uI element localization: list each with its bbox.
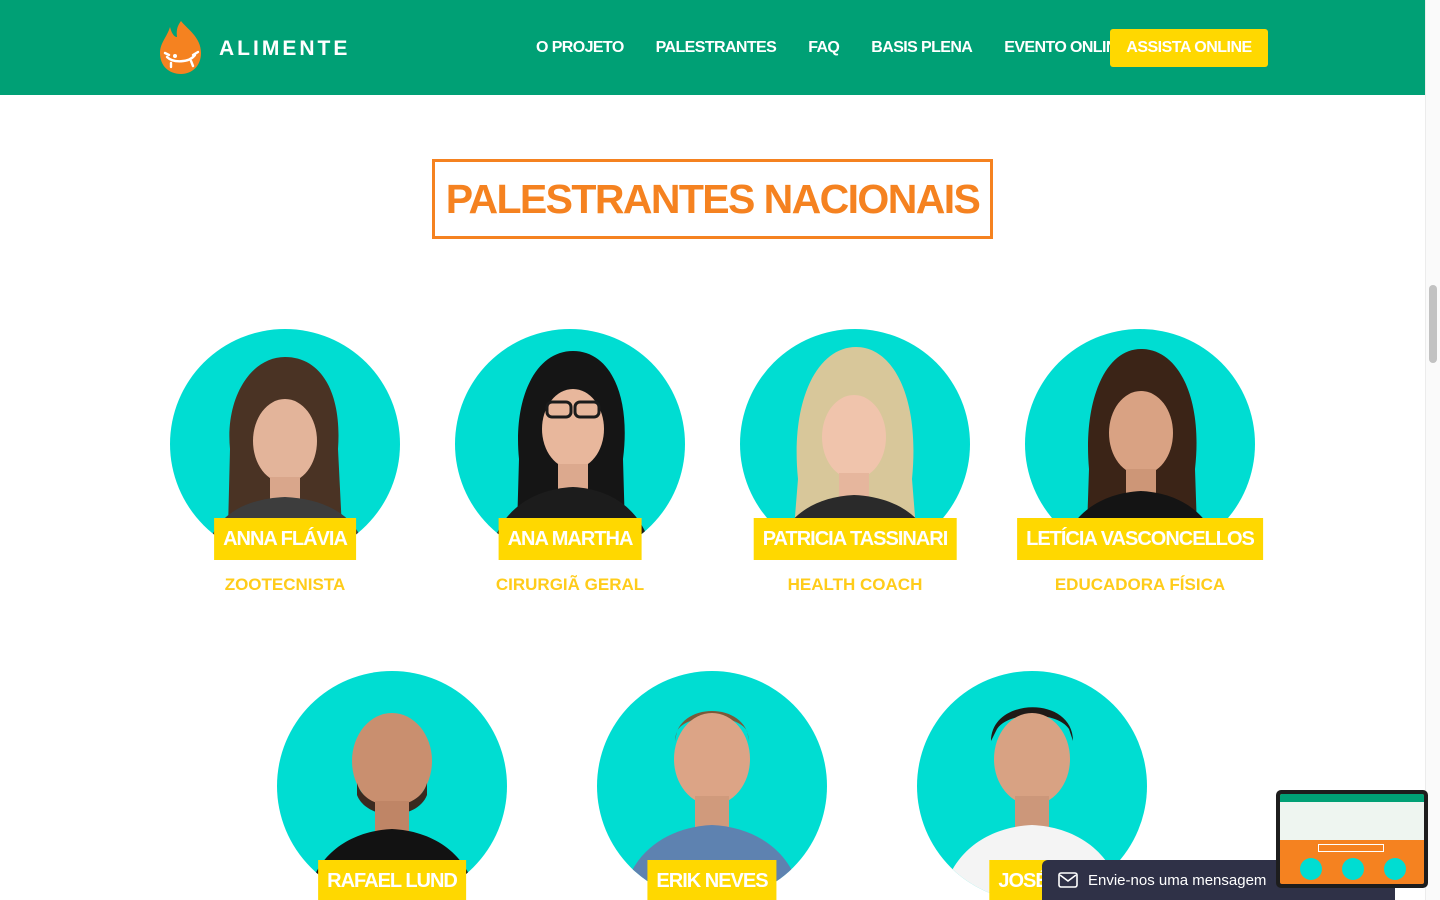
logo[interactable]: ALIMENTE <box>157 19 350 75</box>
nav-o-projeto[interactable]: O PROJETO <box>536 39 624 57</box>
envelope-icon <box>1058 872 1078 888</box>
speaker-role: CIRURGIÃ GERAL <box>495 575 645 594</box>
main-nav: O PROJETO PALESTRANTES FAQ BASIS PLENA E… <box>536 29 1159 67</box>
nav-palestrantes[interactable]: PALESTRANTES <box>656 39 777 57</box>
preview-image <box>1280 794 1424 884</box>
speaker-name: RAFAEL LUND <box>318 860 466 900</box>
speaker-name: LETÍCIA VASCONCELLOS <box>1017 518 1263 560</box>
chat-label: Envie-nos uma mensagem <box>1088 871 1267 889</box>
speaker-name: ERIK NEVES <box>647 860 777 900</box>
nav-faq[interactable]: FAQ <box>808 39 840 57</box>
site-header: ALIMENTE O PROJETO PALESTRANTES FAQ BASI… <box>0 0 1425 95</box>
flame-logo-icon <box>160 21 201 74</box>
speaker-role: ZOOTECNISTA <box>224 575 346 594</box>
nav-evento-online[interactable]: EVENTO ONLINE <box>1004 39 1127 57</box>
section-title: PALESTRANTES NACIONAIS <box>445 175 981 222</box>
speaker-role: HEALTH COACH <box>787 575 923 594</box>
scrollbar-track[interactable] <box>1425 0 1440 900</box>
speaker-name: ANNA FLÁVIA <box>214 518 356 560</box>
assista-online-button[interactable]: ASSISTA ONLINE <box>1110 29 1268 67</box>
section-title-box: PALESTRANTES NACIONAIS <box>432 159 993 239</box>
speaker-role: EDUCADORA FÍSICA <box>1054 575 1226 594</box>
site-preview-thumbnail[interactable] <box>1276 790 1428 888</box>
scrollbar-thumb[interactable] <box>1429 285 1437 363</box>
page: ALIMENTE O PROJETO PALESTRANTES FAQ BASI… <box>0 0 1440 900</box>
logo-text: ALIMENTE <box>219 37 351 60</box>
nav-basis-plena[interactable]: BASIS PLENA <box>871 39 973 57</box>
speaker-name: ANA MARTHA <box>498 518 642 560</box>
speaker-name: PATRICIA TASSINARI <box>753 518 957 560</box>
